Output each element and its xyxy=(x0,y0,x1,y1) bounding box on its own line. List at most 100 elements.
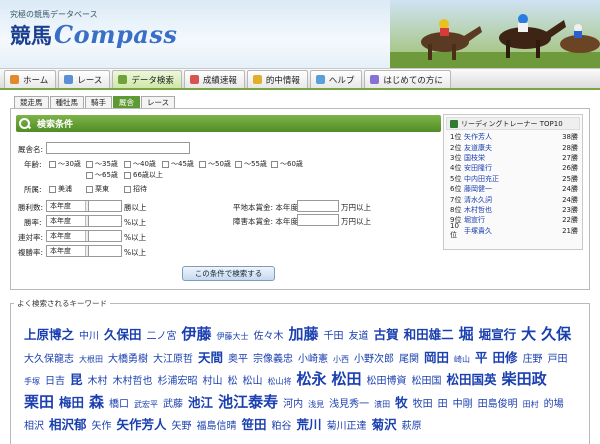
keyword-link[interactable]: 久保田 xyxy=(104,327,142,342)
keyword-link[interactable]: 松永 xyxy=(297,370,327,388)
keyword-link[interactable]: 濱田 xyxy=(374,400,390,409)
subtab-sire[interactable]: 種牡馬 xyxy=(49,96,84,108)
keyword-link[interactable]: 菊川正達 xyxy=(327,421,367,432)
checkbox[interactable] xyxy=(49,185,56,193)
nav-tab-home[interactable]: ホーム xyxy=(4,70,57,88)
stable-name-input[interactable] xyxy=(46,142,190,154)
keyword-link[interactable]: 的場 xyxy=(544,399,564,410)
nav-tab-hits[interactable]: 的中情報 xyxy=(246,70,308,88)
ranking-trainer-link[interactable]: 手塚貴久 xyxy=(464,226,554,236)
keyword-link[interactable]: 天間 xyxy=(198,350,223,365)
checkbox[interactable] xyxy=(124,160,131,168)
keyword-link[interactable]: 手塚 xyxy=(24,377,40,386)
nav-tab-beginners[interactable]: はじめての方に xyxy=(364,70,451,88)
keyword-link[interactable]: 千田 xyxy=(324,331,344,342)
keyword-link[interactable]: 松田 xyxy=(332,370,362,388)
ranking-trainer-link[interactable]: 国枝栄 xyxy=(464,153,554,163)
checkbox[interactable] xyxy=(199,160,206,168)
keyword-link[interactable]: 田島俊明 xyxy=(478,399,518,410)
win-rate-input[interactable] xyxy=(88,215,122,227)
keyword-link[interactable]: 奥平 xyxy=(228,354,248,365)
keyword-link[interactable]: 小野次郎 xyxy=(354,354,394,365)
keyword-link[interactable]: 荒川 xyxy=(297,417,322,432)
ranking-trainer-link[interactable]: 木村哲也 xyxy=(464,205,554,215)
keyword-link[interactable]: 牧 xyxy=(395,395,408,410)
keyword-link[interactable]: 上原博之 xyxy=(24,327,74,342)
keyword-link[interactable]: 杉浦宏昭 xyxy=(158,376,198,387)
keyword-link[interactable]: 松田国 xyxy=(412,376,442,387)
checkbox[interactable] xyxy=(235,160,242,168)
ranking-trainer-link[interactable]: 矢作芳人 xyxy=(464,132,554,142)
keyword-link[interactable]: 大 xyxy=(521,325,536,343)
keyword-link[interactable]: 栗田 xyxy=(24,393,54,411)
nav-tab-results[interactable]: 成績速報 xyxy=(183,70,245,88)
keyword-link[interactable]: 松田国英 xyxy=(447,372,497,387)
jump-prize-input[interactable] xyxy=(297,214,339,226)
keyword-link[interactable]: 古賀 xyxy=(374,327,399,342)
keyword-link[interactable]: 浅見 xyxy=(308,400,324,409)
keyword-link[interactable]: 二ノ宮 xyxy=(147,331,177,342)
site-logo[interactable]: 競馬 Compass xyxy=(10,20,177,50)
keyword-link[interactable]: 武宏平 xyxy=(134,400,158,409)
keyword-link[interactable]: 崎山 xyxy=(454,355,470,364)
search-submit-button[interactable]: この条件で検索する xyxy=(182,266,275,281)
checkbox[interactable] xyxy=(86,185,93,193)
keyword-link[interactable]: 友道 xyxy=(349,331,369,342)
age-option-50[interactable]: ～50歳 xyxy=(199,159,231,169)
keyword-link[interactable]: 佐々木 xyxy=(254,331,284,342)
nav-tab-help[interactable]: ヘルプ xyxy=(309,70,363,88)
keyword-link[interactable]: 伊藤大士 xyxy=(217,332,249,341)
ranking-trainer-link[interactable]: 安田隆行 xyxy=(464,163,554,173)
keyword-link[interactable]: 松山将 xyxy=(268,377,292,386)
keyword-link[interactable]: 梅田 xyxy=(59,395,84,410)
ranking-trainer-link[interactable]: 中内田充正 xyxy=(464,174,554,184)
keyword-link[interactable]: 松 xyxy=(228,376,238,387)
keyword-link[interactable]: 木村哲也 xyxy=(113,376,153,387)
keyword-link[interactable]: 中剛 xyxy=(453,399,473,410)
keyword-link[interactable]: 木村 xyxy=(88,376,108,387)
keyword-link[interactable]: 田村 xyxy=(523,400,539,409)
keyword-link[interactable]: 菊沢 xyxy=(372,417,397,432)
checkbox[interactable] xyxy=(271,160,278,168)
keyword-link[interactable]: 昆 xyxy=(70,372,83,387)
keyword-link[interactable]: 矢野 xyxy=(172,421,192,432)
ranking-trainer-link[interactable]: 友道康夫 xyxy=(464,143,554,153)
keyword-link[interactable]: 河内 xyxy=(283,399,303,410)
age-option-60[interactable]: ～60歳 xyxy=(271,159,303,169)
keyword-link[interactable]: 萩原 xyxy=(402,421,422,432)
ranking-trainer-link[interactable]: 堀宣行 xyxy=(464,215,554,225)
keyword-link[interactable]: 矢作 xyxy=(92,421,112,432)
keyword-link[interactable]: 柴田政 xyxy=(502,370,547,388)
keyword-link[interactable]: 森 xyxy=(89,393,104,411)
keyword-link[interactable]: 相沢 xyxy=(24,421,44,432)
keyword-link[interactable]: 和田雄二 xyxy=(404,327,454,342)
keyword-link[interactable]: 小崎憲 xyxy=(298,354,328,365)
wins-input[interactable] xyxy=(88,200,122,212)
keyword-link[interactable]: 久保 xyxy=(541,325,571,343)
keyword-link[interactable]: 大橋勇樹 xyxy=(108,354,148,365)
age-option-40[interactable]: ～40歳 xyxy=(124,159,156,169)
checkbox[interactable] xyxy=(124,185,131,193)
keyword-link[interactable]: 池江 xyxy=(188,395,213,410)
affiliation-ritto[interactable]: 栗東 xyxy=(86,184,109,194)
keyword-link[interactable]: 池江泰寿 xyxy=(218,393,278,411)
nav-tab-data-search[interactable]: データ検索 xyxy=(112,70,182,88)
age-option-30[interactable]: ～30歳 xyxy=(49,159,81,169)
checkbox[interactable] xyxy=(124,171,131,179)
checkbox[interactable] xyxy=(86,171,93,179)
affiliation-miho[interactable]: 美浦 xyxy=(49,184,72,194)
keyword-link[interactable]: 岡田 xyxy=(424,350,449,365)
keyword-link[interactable]: 武藤 xyxy=(163,399,183,410)
keyword-link[interactable]: 橋口 xyxy=(109,399,129,410)
keyword-link[interactable]: 尾関 xyxy=(399,354,419,365)
keyword-link[interactable]: 松田博資 xyxy=(367,376,407,387)
keyword-link[interactable]: 田修 xyxy=(493,350,518,365)
keyword-link[interactable]: 小西 xyxy=(333,355,349,364)
keyword-link[interactable]: 伊藤 xyxy=(182,325,212,343)
age-option-45[interactable]: ～45歳 xyxy=(162,159,194,169)
age-option-35[interactable]: ～35歳 xyxy=(86,159,118,169)
checkbox[interactable] xyxy=(86,160,93,168)
subtab-jockey[interactable]: 騎手 xyxy=(85,96,112,108)
nav-tab-race[interactable]: レース xyxy=(58,70,111,88)
checkbox[interactable] xyxy=(49,160,56,168)
